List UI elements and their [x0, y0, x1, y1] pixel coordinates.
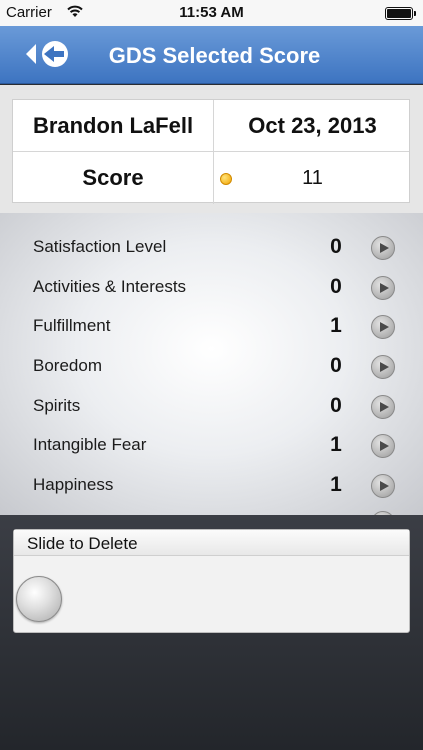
play-icon[interactable]	[371, 236, 395, 260]
question-value: 1	[330, 473, 342, 496]
list-item[interactable]: Fulfillment 1	[0, 306, 423, 346]
list-item[interactable]: Boredom 0	[0, 346, 423, 386]
nav-bar: GDS Selected Score	[0, 26, 423, 84]
play-icon[interactable]	[371, 474, 395, 498]
question-value: 0	[330, 275, 342, 298]
play-icon[interactable]	[371, 276, 395, 300]
slide-to-delete-panel: Slide to Delete	[13, 529, 410, 633]
list-item[interactable]: Satisfaction Level 0	[0, 227, 423, 267]
question-label: Intangible Fear	[33, 435, 147, 454]
battery-icon	[385, 7, 416, 20]
score-summary-card: Brandon LaFell Oct 23, 2013 Score 11	[12, 99, 410, 204]
question-value: 0	[330, 354, 342, 377]
slide-to-delete-label: Slide to Delete	[14, 530, 409, 556]
list-item[interactable]: Spirits 0	[0, 386, 423, 426]
score-label: Score	[82, 165, 144, 190]
card-divider	[213, 100, 214, 204]
bottom-area: Slide to Delete	[0, 515, 423, 750]
score-row: Score 11	[13, 152, 409, 204]
patient-row: Brandon LaFell Oct 23, 2013	[13, 100, 409, 152]
question-value: 0	[330, 235, 342, 258]
question-list[interactable]: Satisfaction Level 0 Activities & Intere…	[0, 213, 423, 515]
question-label: Fulfillment	[33, 316, 111, 335]
question-value: 1	[330, 433, 342, 456]
status-bar: Carrier 11:53 AM	[0, 0, 423, 26]
question-value: 1	[330, 314, 342, 337]
question-label: Satisfaction Level	[33, 237, 167, 256]
patient-name: Brandon LaFell	[32, 113, 194, 138]
play-icon[interactable]	[371, 355, 395, 379]
list-item[interactable]: Happiness 1	[0, 465, 423, 505]
question-label: Boredom	[33, 356, 102, 375]
question-value: 0	[330, 394, 342, 417]
question-label: Spirits	[33, 396, 81, 415]
play-icon[interactable]	[371, 395, 395, 419]
status-time: 11:53 AM	[179, 4, 244, 21]
question-label: Happiness	[33, 475, 114, 494]
list-item[interactable]: Intangible Fear 1	[0, 425, 423, 465]
play-icon[interactable]	[371, 434, 395, 458]
score-value: 11	[302, 167, 323, 189]
page-title: GDS Selected Score	[108, 43, 321, 68]
play-icon[interactable]	[371, 315, 395, 339]
slider-knob[interactable]	[16, 576, 62, 622]
question-label: Activities & Interests	[33, 277, 187, 296]
score-date: Oct 23, 2013	[248, 113, 377, 138]
list-item[interactable]: Activities & Interests 0	[0, 267, 423, 307]
header-area: Brandon LaFell Oct 23, 2013 Score 11	[0, 85, 423, 213]
